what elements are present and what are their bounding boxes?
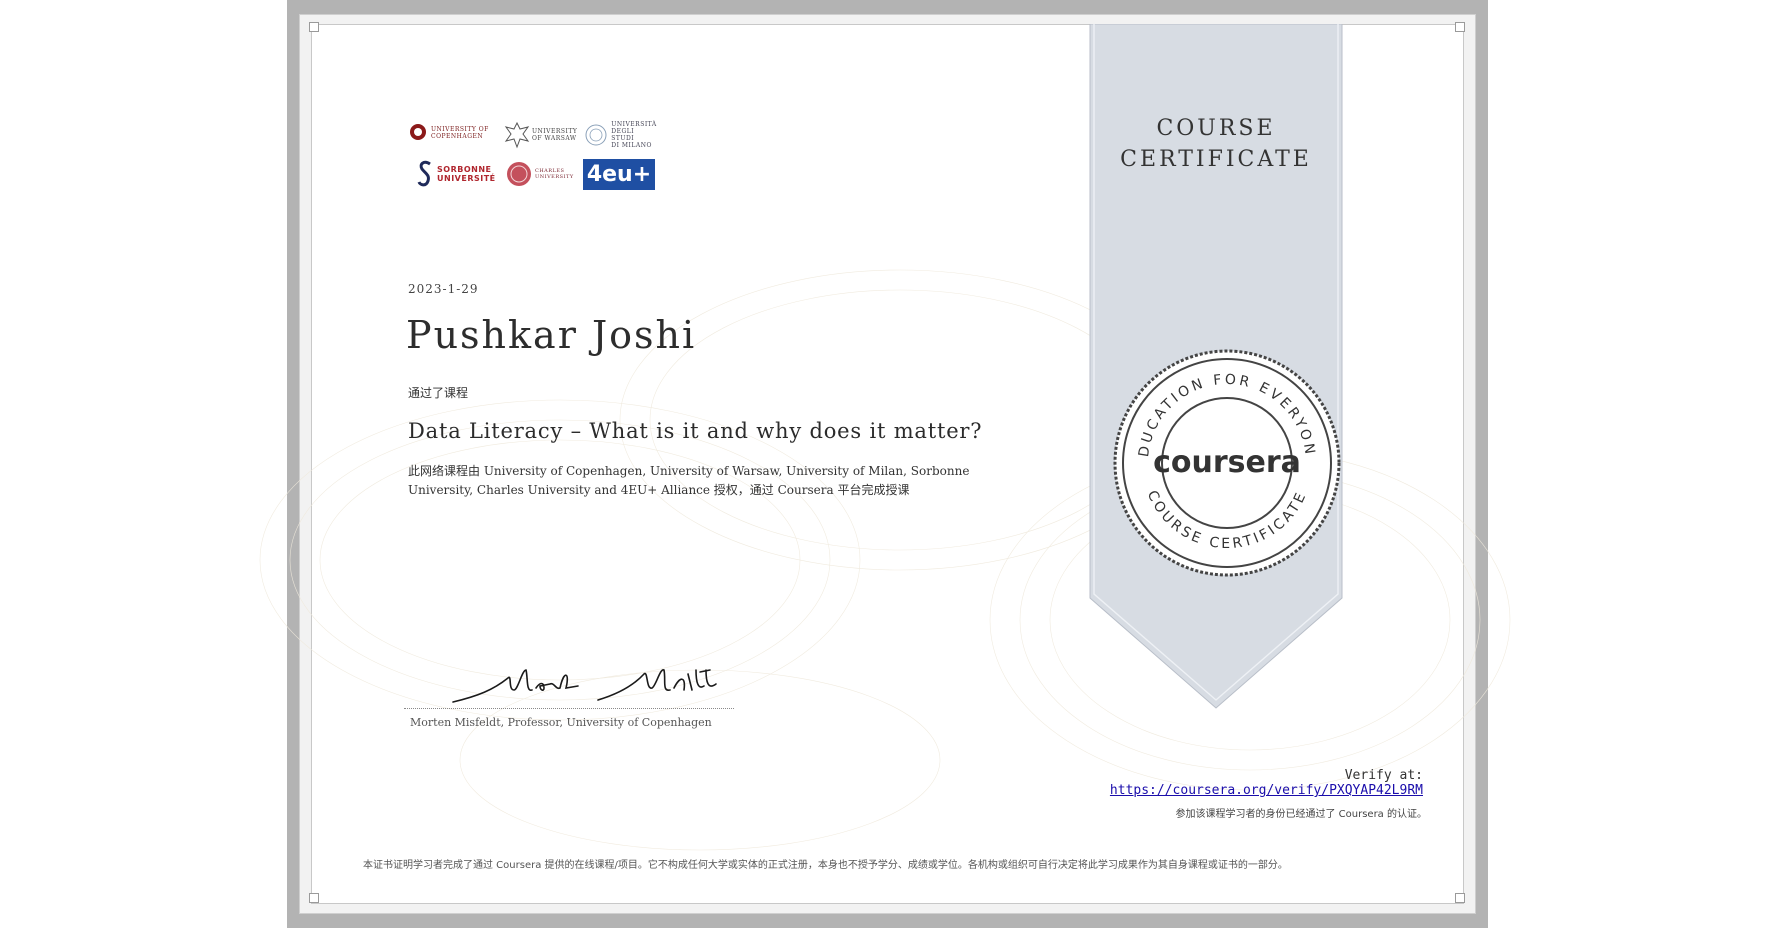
logo-university-of-warsaw: UNIVERSITY OF WARSAW — [504, 121, 577, 149]
recipient-name: Pushkar Joshi — [406, 313, 697, 357]
issue-date: 2023-1-29 — [408, 282, 479, 296]
ribbon-title-line2: CERTIFICATE — [1120, 147, 1312, 172]
copenhagen-line1: UNIVERSITY OF — [431, 126, 489, 133]
partner-logos: UNIVERSITY OF COPENHAGEN UNIVERSITY OF W… — [408, 121, 658, 193]
frame-corner-bottom-left — [309, 893, 319, 903]
course-title: Data Literacy – What is it and why does … — [408, 419, 983, 443]
copenhagen-line2: COPENHAGEN — [431, 133, 484, 140]
signature-image — [452, 669, 717, 703]
copenhagen-seal-icon — [410, 124, 426, 140]
sorbonne-line1: SORBONNE — [437, 165, 492, 174]
logo-university-of-milan: UNIVERSITÀ DEGLI STUDI DI MILANO — [584, 121, 658, 149]
disclaimer-text: 本证书证明学习者完成了通过 Coursera 提供的在线课程/项目。它不构成任何… — [363, 860, 1288, 871]
coursera-seal: EDUCATION FOR EVERYONE COURSE CERTIFICAT… — [1112, 348, 1341, 577]
logo-4eu-alliance: 4eu+ — [583, 159, 655, 190]
logo-charles-university: CHARLES UNIVERSITY — [506, 161, 574, 187]
warsaw-line1: UNIVERSITY — [532, 128, 578, 135]
ribbon-title-line1: COURSE — [1156, 116, 1276, 141]
milan-line3: DI MILANO — [611, 142, 652, 149]
milan-seal-icon — [585, 124, 607, 146]
signature-line — [404, 708, 734, 709]
frame-corner-top-right — [1455, 22, 1465, 32]
sorbonne-s-icon — [417, 160, 431, 187]
verify-note: 参加该课程学习者的身份已经通过了 Coursera 的认证。 — [1175, 809, 1427, 820]
alliance-text: 4eu+ — [586, 162, 652, 187]
logo-sorbonne-university: SORBONNE UNIVERSITÉ — [416, 159, 496, 189]
warsaw-eagle-icon — [504, 121, 530, 149]
charles-seal-icon — [507, 162, 531, 186]
course-description: 此网络课程由 University of Copenhagen, Univers… — [408, 464, 970, 497]
completed-label: 通过了课程 — [408, 386, 469, 400]
milan-line2: DEGLI STUDI — [611, 128, 635, 142]
seal-brand-text: coursera — [1153, 445, 1301, 480]
warsaw-line2: OF WARSAW — [532, 135, 577, 142]
verify-label: Verify at: — [1344, 768, 1423, 783]
ribbon-title: COURSE CERTIFICATE — [1090, 113, 1342, 175]
frame-corner-top-left — [309, 22, 319, 32]
sorbonne-line2: UNIVERSITÉ — [437, 174, 496, 183]
logo-university-of-copenhagen: UNIVERSITY OF COPENHAGEN — [408, 121, 489, 145]
verify-link[interactable]: https://coursera.org/verify/PXQYAP42L9RM — [1110, 783, 1423, 798]
milan-line1: UNIVERSITÀ — [611, 121, 657, 128]
charles-line2: UNIVERSITY — [535, 174, 574, 180]
frame-corner-bottom-right — [1455, 893, 1465, 903]
signer-name: Morten Misfeldt, Professor, University o… — [410, 716, 712, 729]
